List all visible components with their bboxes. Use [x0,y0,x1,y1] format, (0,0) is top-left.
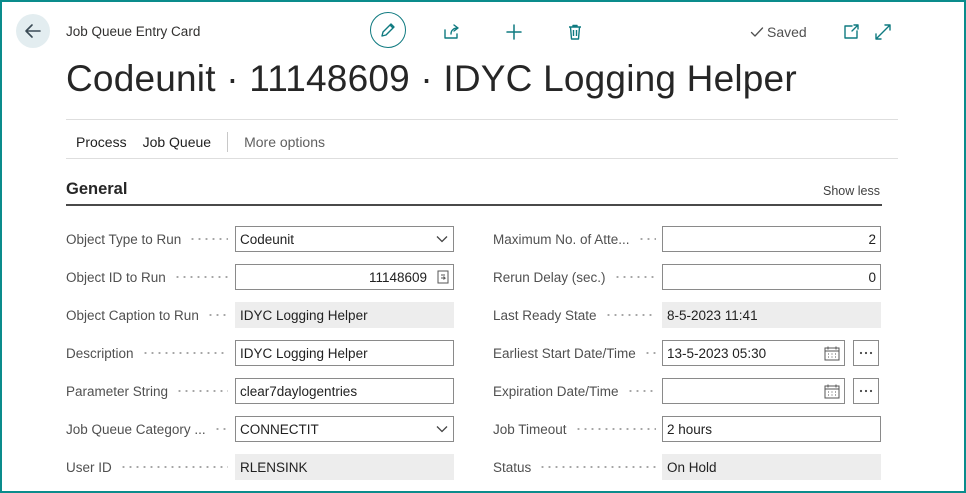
ellipsis-icon [859,389,873,393]
open-in-new-window-icon [844,24,859,39]
delete-button[interactable] [564,21,586,43]
earliest-start-label: Earliest Start Date/Time [493,340,656,366]
rerun-delay-label: Rerun Delay (sec.) [493,264,656,290]
status-label: Status [493,454,656,480]
object-type-label: Object Type to Run [66,226,228,252]
expand-icon [875,24,891,40]
category-select[interactable]: CONNECTIT [235,416,454,442]
show-less-link[interactable]: Show less [823,184,880,198]
plus-icon [506,24,522,40]
section-title-general[interactable]: General [66,180,127,199]
open-new-window-button[interactable] [840,21,862,43]
checkmark-icon [750,27,764,37]
earliest-start-input[interactable]: 13-5-2023 05:30 [662,340,845,366]
job-timeout-input[interactable]: 2 hours [662,416,881,442]
rerun-delay-input[interactable]: 0 [662,264,881,290]
category-label: Job Queue Category ... [66,416,228,442]
object-id-input[interactable]: 11148609 [235,264,454,290]
max-attempts-input[interactable]: 2 [662,226,881,252]
ellipsis-icon [859,351,873,355]
section-underline [66,204,882,206]
back-button[interactable] [16,14,50,48]
status-value: On Hold [662,454,881,480]
new-button[interactable] [503,21,525,43]
parameter-string-input[interactable]: clear7daylogentries [235,378,454,404]
pencil-icon [381,23,395,37]
action-process[interactable]: Process [66,134,137,150]
saved-label: Saved [767,24,807,40]
expiration-input[interactable] [662,378,845,404]
job-queue-entry-card-page: Job Queue Entry Card Saved Codeunit · 11… [0,0,966,493]
trash-icon [569,24,581,40]
calendar-icon [824,346,840,360]
object-type-select[interactable]: Codeunit [235,226,454,252]
description-input[interactable]: IDYC Logging Helper [235,340,454,366]
expiration-more-button[interactable] [853,378,879,404]
object-id-label: Object ID to Run [66,264,228,290]
share-icon [444,24,459,39]
description-label: Description [66,340,228,366]
lookup-icon [437,270,449,284]
action-separator [227,132,229,152]
object-caption-label: Object Caption to Run [66,302,228,328]
expiration-label: Expiration Date/Time [493,378,656,404]
last-ready-state-value: 8-5-2023 11:41 [662,302,881,328]
user-id-value: RLENSINK [235,454,454,480]
job-timeout-label: Job Timeout [493,416,656,442]
user-id-label: User ID [66,454,228,480]
page-caption: Job Queue Entry Card [66,24,201,39]
object-caption-value: IDYC Logging Helper [235,302,454,328]
share-button[interactable] [440,21,462,43]
expand-button[interactable] [872,21,894,43]
action-more-options[interactable]: More options [234,134,335,150]
last-ready-state-label: Last Ready State [493,302,656,328]
divider [66,119,898,120]
chevron-down-icon [436,236,448,243]
max-attempts-label: Maximum No. of Atte... [493,226,656,252]
arrow-left-icon [25,24,41,38]
action-bar: Process Job Queue More options [66,132,335,152]
page-title: Codeunit · 11148609 · IDYC Logging Helpe… [66,58,797,99]
action-job-queue[interactable]: Job Queue [137,134,222,150]
earliest-start-more-button[interactable] [853,340,879,366]
divider [66,158,898,159]
calendar-icon [824,384,840,398]
chevron-down-icon [436,426,448,433]
edit-button[interactable] [370,12,406,48]
saved-status: Saved [750,24,807,40]
parameter-string-label: Parameter String [66,378,228,404]
